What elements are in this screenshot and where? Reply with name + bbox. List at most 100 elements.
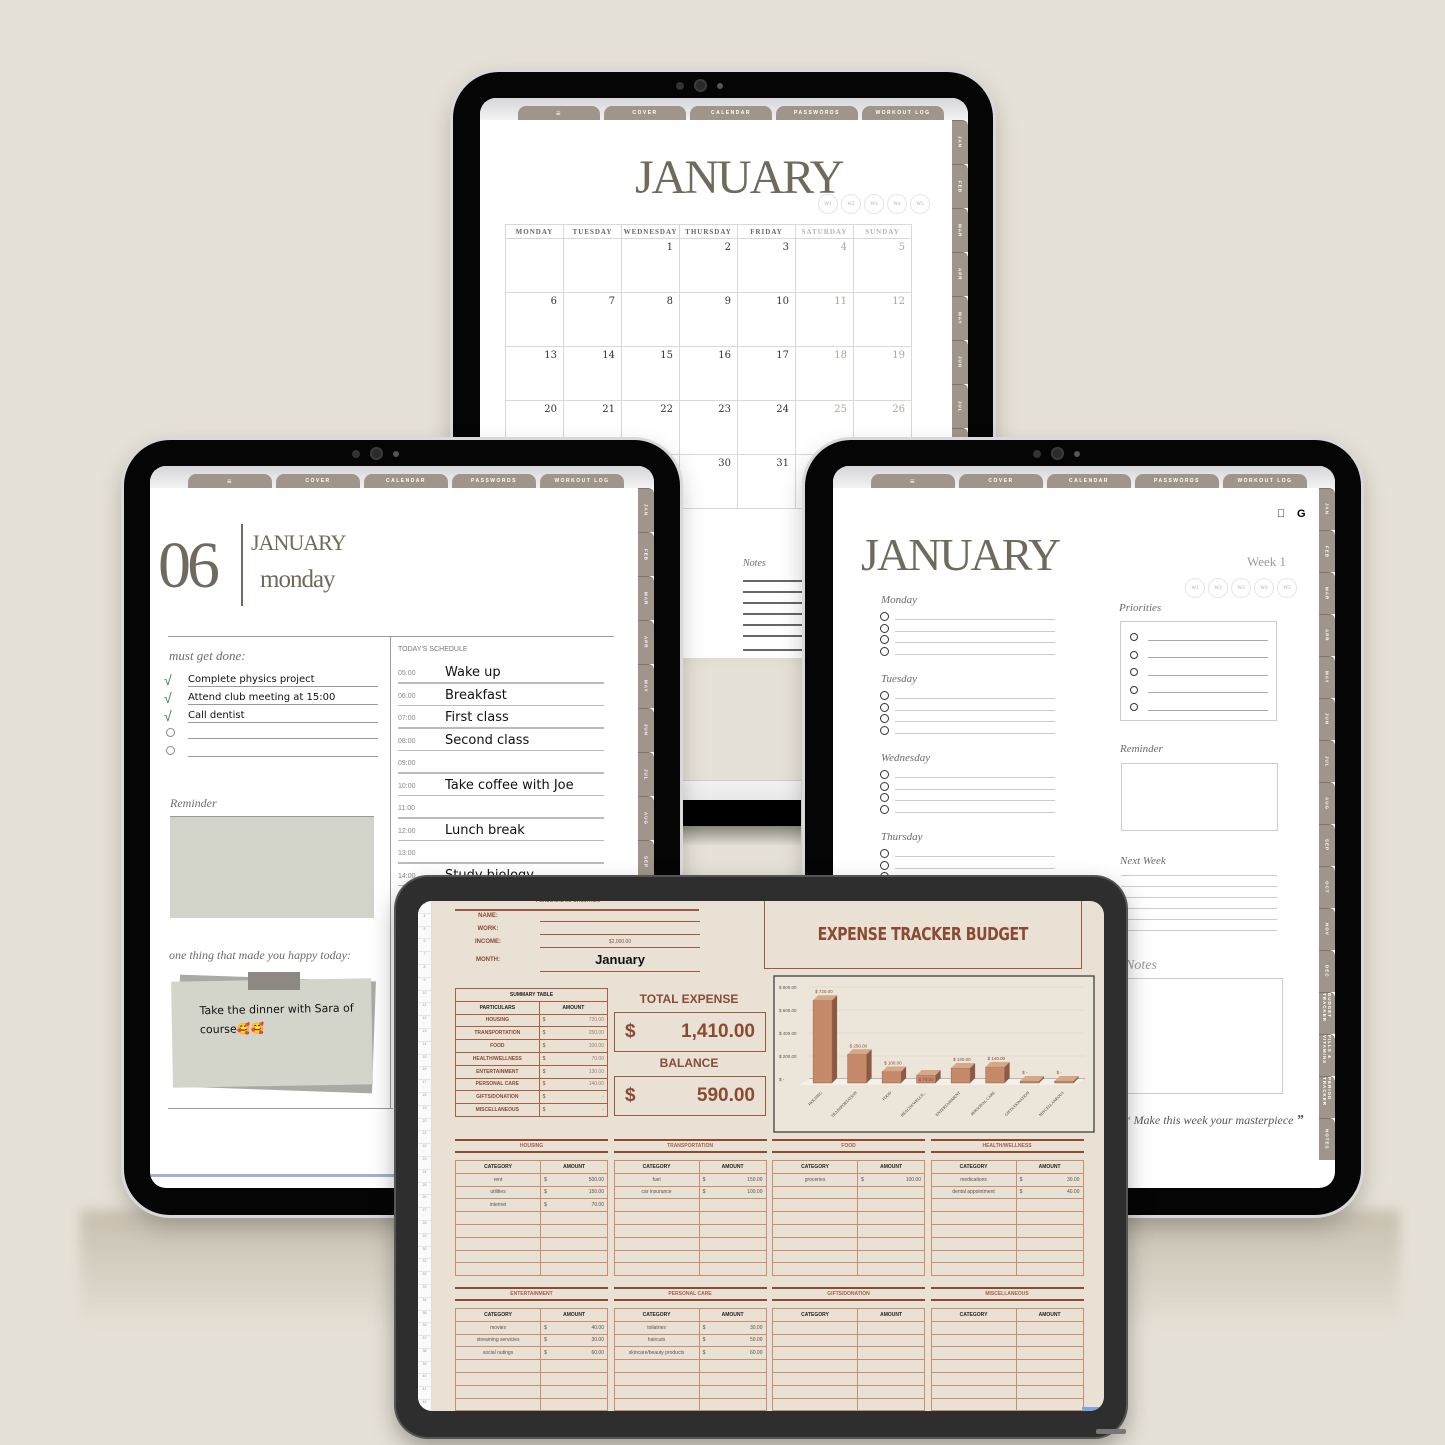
row-number[interactable]: 29 [418,1234,431,1247]
tab-cover[interactable]: COVER [604,106,686,120]
row-number[interactable]: 34 [418,1298,431,1311]
category-amount[interactable] [1015,1211,1084,1225]
schedule-task[interactable]: Lunch break [445,823,525,838]
weekly-task-row[interactable] [880,623,1055,633]
category-amount[interactable] [698,1211,767,1225]
category-name[interactable] [771,1236,859,1251]
row-number[interactable]: 21 [418,1131,431,1145]
checkbox-icon[interactable] [880,860,889,870]
category-name[interactable] [613,1211,700,1225]
category-amount[interactable]: $40.00 [1015,1185,1084,1200]
row-number[interactable]: 6 [418,939,431,953]
category-name[interactable] [771,1346,859,1361]
weekly-task-row[interactable] [880,691,1055,700]
side-tab-jun[interactable]: JUN [952,340,968,384]
category-amount[interactable] [698,1198,767,1213]
category-amount[interactable] [857,1359,925,1373]
checkbox-icon[interactable] [166,728,175,737]
summary-amount[interactable]: 140.00 [559,1077,608,1092]
side-tab-apr[interactable]: APR [952,252,968,296]
category-name[interactable]: movies [454,1320,542,1335]
calendar-day-cell[interactable] [505,238,564,293]
row-number[interactable]: 25 [418,1183,431,1196]
row-number[interactable]: 9 [418,978,431,991]
category-amount[interactable] [540,1397,608,1411]
apple-calendar-icon[interactable]:  [1277,508,1285,520]
category-amount[interactable] [1015,1346,1084,1361]
tab-workout-log[interactable]: WORKOUT LOG [540,474,624,488]
side-tab-jun[interactable]: JUN [638,708,654,752]
category-name[interactable]: streaming servicies [454,1333,542,1348]
checkbox-icon[interactable] [880,646,889,656]
category-name[interactable] [771,1320,859,1335]
row-number[interactable]: 33 [418,1285,431,1298]
side-tab-jan[interactable]: JAN [1319,488,1335,530]
category-amount[interactable] [1015,1320,1084,1335]
weekly-task-row[interactable] [880,635,1055,644]
category-name[interactable]: haircuts [613,1333,700,1348]
row-number[interactable]: 36 [418,1323,431,1337]
calendar-day-cell[interactable]: 1 [621,238,680,293]
category-name[interactable] [613,1359,700,1373]
calendar-day-cell[interactable]: 15 [621,346,680,401]
category-name[interactable]: utilities [454,1185,542,1200]
category-name[interactable]: social outings [454,1346,542,1361]
row-number[interactable]: 5 [418,927,431,940]
week-button-w1[interactable]: W1 [1185,578,1205,598]
side-tab-jul[interactable]: JUL [1319,740,1335,782]
side-tab-mar[interactable]: MAR [638,576,654,620]
google-calendar-icon[interactable]: G [1297,508,1306,520]
calendar-day-cell[interactable]: 6 [505,292,564,347]
category-amount[interactable] [540,1236,608,1251]
category-name[interactable] [454,1211,542,1225]
side-tab-may[interactable]: MAY [638,664,654,708]
category-name[interactable] [930,1223,1017,1238]
category-name[interactable]: groceries [771,1172,859,1187]
calendar-day-cell[interactable]: 4 [795,238,854,293]
row-number[interactable]: 17 [418,1080,431,1093]
calendar-day-cell[interactable]: 7 [563,292,622,347]
side-tab-budget-tracker[interactable]: BUDGET TRACKER [1319,992,1335,1034]
category-amount[interactable] [540,1211,608,1225]
checkbox-icon[interactable] [880,691,889,700]
row-number[interactable]: 37 [418,1336,431,1349]
calendar-day-cell[interactable]: 12 [853,292,912,347]
category-name[interactable] [454,1359,542,1373]
category-amount[interactable] [1015,1249,1084,1264]
calendar-day-cell[interactable]: 14 [563,346,622,401]
category-amount[interactable] [540,1371,608,1386]
schedule-task[interactable]: Second class [445,733,529,748]
row-number[interactable]: 30 [418,1247,431,1260]
category-name[interactable] [771,1397,859,1411]
category-amount[interactable] [857,1185,925,1200]
category-name[interactable] [613,1397,700,1411]
calendar-day-cell[interactable]: 10 [737,292,796,347]
side-tab-dec[interactable]: DEC [1319,950,1335,992]
category-name[interactable] [930,1333,1017,1348]
week-button-w3[interactable]: W3 [864,194,884,214]
category-name[interactable] [771,1223,859,1238]
row-number[interactable]: 31 [418,1259,431,1273]
weekly-task-row[interactable] [880,612,1055,621]
week-button-w5[interactable]: W5 [1277,578,1297,598]
category-name[interactable] [771,1249,859,1264]
category-amount[interactable]: $150.00 [540,1185,608,1200]
side-tab-aug[interactable]: AUG [1319,782,1335,824]
weekly-task-row[interactable] [880,793,1055,802]
category-name[interactable] [613,1262,700,1277]
category-amount[interactable] [698,1397,767,1411]
checkbox-icon[interactable] [1130,685,1138,694]
calendar-day-cell[interactable]: 8 [621,292,680,347]
calendar-day-cell[interactable]: 9 [679,292,738,347]
calendar-day-cell[interactable]: 31 [737,454,796,509]
schedule-task[interactable]: Wake up [445,665,501,680]
category-amount[interactable]: $100.00 [698,1185,767,1200]
week-button-w1[interactable]: W1 [818,194,838,214]
reminder-box[interactable] [1121,763,1278,831]
category-amount[interactable] [857,1198,925,1213]
row-number[interactable]: 13 [418,1029,431,1042]
row-number[interactable]: 20 [418,1119,431,1132]
checkmark-icon[interactable]: √ [164,672,178,688]
tab-menu[interactable]: ≡ [188,474,272,488]
calendar-day-cell[interactable]: 30 [679,454,738,509]
